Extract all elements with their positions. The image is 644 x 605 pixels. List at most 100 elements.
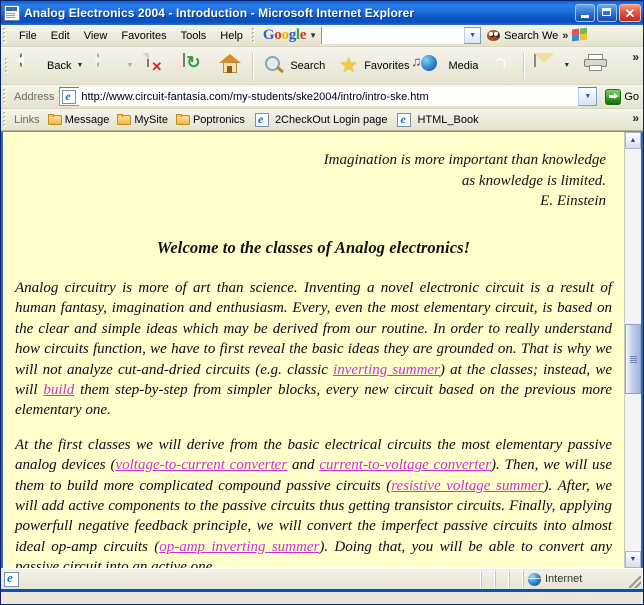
google-search-dropdown-icon[interactable]: ▼ <box>464 28 481 43</box>
media-icon <box>421 54 445 78</box>
address-bar-gripper[interactable] <box>3 88 9 105</box>
title-bar: Analog Electronics 2004 - Introduction -… <box>1 1 643 25</box>
favorites-button[interactable]: Favorites <box>331 50 415 82</box>
links-label: Links <box>14 113 40 126</box>
security-zone-indicator[interactable]: Internet <box>523 570 643 588</box>
google-logo: Google <box>261 27 307 44</box>
google-search-web-button[interactable]: Search We <box>487 29 558 42</box>
links-bar: Links Message MySite Poptronics 2CheckOu… <box>1 109 643 131</box>
folder-icon <box>175 114 190 125</box>
link-item-html-book[interactable]: HTML_Book <box>392 112 483 128</box>
google-search-input[interactable] <box>322 27 465 44</box>
menu-bar-gripper[interactable] <box>3 27 9 44</box>
back-button-label: Back <box>47 59 72 72</box>
quote-line-2: as knowledge is limited. <box>461 172 606 189</box>
paragraph-1: Analog circuitry is more of art than sci… <box>15 278 612 421</box>
link-resistive-voltage-summer[interactable]: resistive voltage summer <box>391 478 543 494</box>
refresh-button[interactable] <box>177 50 213 82</box>
status-cell-3 <box>509 570 523 588</box>
address-dropdown-icon[interactable]: ▼ <box>578 88 597 105</box>
link-item-label: HTML_Book <box>417 113 479 126</box>
mail-dropdown-caret-icon[interactable]: ▼ <box>561 62 572 69</box>
ie-document-icon <box>62 89 77 104</box>
close-button[interactable]: ✕ <box>619 4 641 22</box>
paragraph-2: At the first classes we will derive from… <box>15 435 612 568</box>
page-title: Welcome to the classes of Analog electro… <box>156 238 471 258</box>
toolbar-separator-2 <box>523 52 526 79</box>
menu-item-help[interactable]: Help <box>213 28 250 44</box>
link-voltage-to-current-converter[interactable]: voltage-to-current converter <box>115 457 287 473</box>
star-icon <box>337 54 361 78</box>
printer-icon <box>584 53 608 78</box>
window-controls: ✕ <box>575 4 641 22</box>
menu-bar: File Edit View Favorites Tools Help Goog… <box>1 25 643 47</box>
vertical-scrollbar[interactable]: ▲ ▼ <box>624 132 641 568</box>
link-current-to-voltage-converter[interactable]: current-to-voltage converter <box>319 457 491 473</box>
go-arrow-icon <box>605 88 622 105</box>
stop-icon: ✕ <box>147 52 171 78</box>
mail-button[interactable]: ▼ <box>528 50 578 82</box>
toolbar-gripper[interactable] <box>5 57 11 74</box>
link-item-label: Message <box>64 113 110 126</box>
ie-document-icon <box>4 570 19 587</box>
menu-item-file[interactable]: File <box>12 28 44 44</box>
maximize-button[interactable] <box>597 4 617 22</box>
window-title: Analog Electronics 2004 - Introduction -… <box>24 6 415 20</box>
google-toolbar-overflow-icon[interactable]: » <box>562 30 568 42</box>
address-bar: Address ▼ Go <box>1 85 643 109</box>
owl-icon <box>487 29 501 42</box>
stop-button[interactable]: ✕ <box>141 50 177 82</box>
link-item-message[interactable]: Message <box>45 113 115 127</box>
favorites-button-label: Favorites <box>364 59 410 72</box>
google-letter-e: e <box>299 27 307 43</box>
status-cell-2 <box>495 570 509 588</box>
scroll-down-button[interactable]: ▼ <box>625 551 641 568</box>
document-body: Imagination is more important than knowl… <box>3 132 624 568</box>
back-arrow-icon <box>16 52 44 78</box>
menu-item-tools[interactable]: Tools <box>174 28 214 44</box>
scrollbar-track[interactable] <box>625 149 641 551</box>
scrollbar-thumb[interactable] <box>625 324 641 394</box>
link-item-poptronics[interactable]: Poptronics <box>173 113 250 127</box>
google-toolbar-gripper[interactable] <box>251 27 258 44</box>
link-item-2checkout-login-page[interactable]: 2CheckOut Login page <box>250 112 393 128</box>
link-item-mysite[interactable]: MySite <box>114 113 173 127</box>
forward-button[interactable]: ▼ <box>91 50 141 82</box>
address-label: Address <box>14 90 55 103</box>
window-resize-grip[interactable] <box>629 576 641 588</box>
google-menu-caret-icon[interactable]: ▼ <box>309 31 317 40</box>
print-button[interactable] <box>578 50 614 82</box>
search-button-label: Search <box>290 59 326 72</box>
navigation-toolbar: Back ▼ ▼ ✕ Search Favorites Media <box>1 47 643 85</box>
link-op-amp-inverting-summer[interactable]: op-amp inverting summer <box>159 539 319 555</box>
links-overflow-icon[interactable]: » <box>632 111 639 125</box>
forward-dropdown-caret-icon[interactable]: ▼ <box>124 62 135 69</box>
google-search-web-label: Search We <box>504 29 559 42</box>
scroll-up-button[interactable]: ▲ <box>625 132 641 149</box>
home-button[interactable] <box>213 50 249 82</box>
ie-document-icon <box>4 5 20 21</box>
menu-item-edit[interactable]: Edit <box>44 28 77 44</box>
go-button[interactable]: Go <box>601 88 643 106</box>
toolbar-separator-1 <box>252 52 255 79</box>
menu-item-favorites[interactable]: Favorites <box>114 28 173 44</box>
search-button[interactable]: Search <box>257 50 331 82</box>
toolbar-overflow-icon[interactable]: » <box>632 50 639 64</box>
links-bar-gripper[interactable] <box>3 111 9 128</box>
windows-flag-icon[interactable] <box>572 27 588 43</box>
einstein-quote: Imagination is more important than knowl… <box>15 150 606 212</box>
google-search-box[interactable]: ▼ <box>321 27 482 44</box>
home-icon <box>219 53 243 78</box>
minimize-button[interactable] <box>575 4 595 22</box>
back-button[interactable]: Back ▼ <box>14 50 91 82</box>
history-button[interactable] <box>484 50 520 82</box>
menu-item-view[interactable]: View <box>77 28 115 44</box>
quote-attribution: E. Einstein <box>540 193 606 210</box>
address-input[interactable] <box>79 87 579 106</box>
viewport-right-border <box>641 132 643 568</box>
address-field[interactable]: ▼ <box>59 87 598 106</box>
link-inverting-summer[interactable]: inverting summer <box>333 362 440 378</box>
link-build[interactable]: build <box>43 382 74 398</box>
media-button[interactable]: Media <box>415 50 484 82</box>
back-dropdown-caret-icon[interactable]: ▼ <box>74 62 85 69</box>
